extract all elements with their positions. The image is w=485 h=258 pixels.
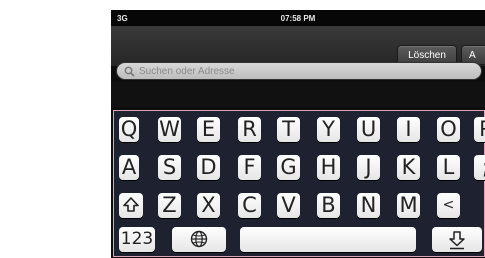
key-label: H: [320, 155, 337, 179]
search-icon: [124, 66, 135, 77]
key-i[interactable]: I: [397, 117, 420, 142]
key-c[interactable]: C: [238, 193, 261, 218]
key-s[interactable]: S: [158, 155, 181, 180]
key-label: F: [243, 155, 256, 179]
key-label: <: [442, 197, 455, 213]
key-v[interactable]: V: [277, 193, 300, 218]
shift-key[interactable]: [119, 193, 143, 218]
key-label: D: [200, 155, 217, 179]
numbers-key[interactable]: 123: [119, 227, 155, 252]
key-g[interactable]: G: [277, 155, 300, 180]
browser-toolbar: Löschen A: [111, 26, 485, 67]
globe-icon: [190, 230, 208, 248]
key-label: V: [281, 193, 296, 217]
key-label: L: [442, 155, 455, 179]
phone-screen: 3G 07:58 PM Löschen A Suchen oder Adress…: [111, 10, 485, 258]
search-address-bar[interactable]: Suchen oder Adresse: [116, 62, 482, 80]
key-u[interactable]: U: [357, 117, 380, 142]
key-label: N: [360, 193, 377, 217]
key-label: G: [280, 155, 297, 179]
key-label: 123: [120, 229, 154, 249]
key-n[interactable]: N: [357, 193, 380, 218]
key-label: E: [201, 117, 216, 141]
key-label: R: [242, 117, 257, 141]
key-k[interactable]: K: [397, 155, 420, 180]
key-l[interactable]: L: [437, 155, 460, 180]
key-m[interactable]: M: [397, 193, 420, 218]
key-o[interactable]: O: [437, 117, 460, 142]
key-y[interactable]: Y: [317, 117, 340, 142]
key-w[interactable]: W: [158, 117, 181, 142]
globe-key[interactable]: [172, 227, 226, 252]
search-placeholder: Suchen oder Adresse: [139, 66, 235, 77]
space-bar[interactable]: [240, 227, 416, 252]
key-r[interactable]: R: [238, 117, 261, 142]
status-bar: 3G 07:58 PM: [111, 10, 485, 26]
key-b[interactable]: B: [317, 193, 340, 218]
key-label: I: [405, 117, 412, 141]
key-less-than[interactable]: <: [437, 193, 460, 218]
key-label: B: [321, 193, 336, 217]
page-area: [111, 82, 485, 107]
key-label: Y: [322, 117, 335, 141]
key-label: M: [399, 193, 418, 217]
key-e[interactable]: E: [197, 117, 220, 142]
key-label: P: [474, 117, 485, 142]
shift-icon: [123, 197, 139, 212]
key-p[interactable]: P: [474, 117, 485, 142]
key-a[interactable]: A: [119, 155, 139, 180]
keyboard: Q W E R T Y U I O P A S D F G H J K L ; …: [113, 110, 485, 257]
key-label: W: [159, 117, 180, 141]
key-z[interactable]: Z: [158, 193, 181, 218]
key-label: Z: [162, 193, 177, 217]
key-label: C: [242, 193, 257, 217]
key-semicolon[interactable]: ;: [474, 155, 485, 180]
key-label: X: [201, 193, 216, 217]
key-t[interactable]: T: [277, 117, 300, 142]
key-label: J: [365, 155, 372, 179]
hide-keyboard-key[interactable]: [432, 227, 482, 252]
hide-keyboard-icon: [449, 231, 465, 250]
key-h[interactable]: H: [317, 155, 340, 180]
key-f[interactable]: F: [238, 155, 261, 180]
key-label: S: [162, 155, 177, 179]
clock: 07:58 PM: [280, 14, 316, 23]
key-d[interactable]: D: [197, 155, 220, 180]
key-x[interactable]: X: [197, 193, 220, 218]
key-label: Q: [120, 117, 138, 141]
key-label: K: [401, 155, 416, 179]
key-label: ;: [474, 155, 485, 180]
key-label: O: [440, 117, 457, 141]
key-label: T: [282, 117, 295, 141]
key-label: A: [121, 155, 137, 179]
key-label: U: [360, 117, 377, 141]
key-j[interactable]: J: [357, 155, 380, 180]
key-q[interactable]: Q: [119, 117, 139, 142]
